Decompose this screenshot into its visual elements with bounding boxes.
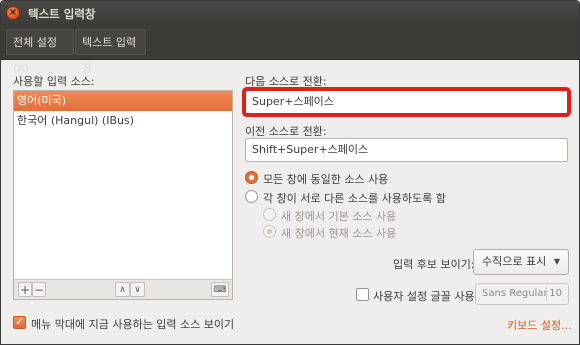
window-title: 텍스트 입력창 [28, 7, 96, 21]
radio-same-source-label: 모든 창에 동일한 소스 사용 [263, 173, 389, 186]
move-up-button[interactable]: ∧ [115, 282, 130, 297]
prev-source-label: 이전 소스로 전환: [245, 125, 327, 138]
tab-bar: 전체 설정(A) 텍스트 입력창 [1, 25, 579, 75]
show-menu-checkbox-label: 메뉴 막대에 지금 사용하는 입력 소스 보이기 [31, 318, 235, 331]
add-source-button[interactable]: + [18, 282, 32, 297]
list-item-english-us[interactable]: 영어(미국) [14, 91, 232, 111]
radio-new-window-default-source[interactable] [263, 208, 276, 221]
tab-text-input[interactable]: 텍스트 입력창 [75, 29, 146, 75]
font-name: Sans Regular [482, 288, 548, 299]
font-button-divider [546, 287, 547, 301]
candidate-display-label: 입력 후보 보이기: [393, 258, 475, 271]
radio-same-source-all-windows[interactable] [245, 171, 258, 184]
close-icon[interactable]: × [6, 6, 20, 20]
tab-general-settings[interactable]: 전체 설정(A) [6, 29, 74, 75]
keyboard-settings-link[interactable]: 키보드 설정... [507, 317, 572, 333]
custom-font-checkbox[interactable] [356, 288, 369, 301]
remove-source-button[interactable]: − [32, 282, 46, 297]
font-chooser-button[interactable]: Sans Regular 10 [475, 283, 569, 305]
radio-new-window-current-source[interactable] [263, 225, 276, 238]
list-item-korean-hangul[interactable]: 한국어 (Hangul) (IBus) [14, 111, 232, 131]
text-input-window: × 텍스트 입력창 전체 설정(A) 텍스트 입력창 사용할 입력 소스: 영어… [0, 0, 580, 345]
font-size: 10 [549, 288, 562, 299]
radio-default-source-label: 새 창에서 기본 소스 사용 [281, 210, 397, 223]
candidate-orientation-dropdown[interactable]: 수직으로 표시 ▼ [473, 249, 569, 275]
candidate-orientation-value: 수직으로 표시 [482, 255, 547, 268]
next-source-label: 다음 소스로 전환: [245, 75, 327, 88]
custom-font-label: 사용자 설정 글꼴 사용: [373, 290, 479, 303]
show-menu-checkbox[interactable]: ✓ [13, 316, 26, 329]
radio-different-source-per-window[interactable] [245, 190, 258, 203]
source-list-toolbar: + − ∧ ∨ ⌨ [13, 279, 233, 300]
next-source-shortcut-field[interactable]: Super+스페이스 [245, 90, 568, 114]
title-bar: × 텍스트 입력창 [1, 1, 579, 25]
radio-different-source-label: 각 창이 서로 다른 소스를 사용하도록 함 [263, 192, 446, 205]
chevron-down-icon: ▼ [553, 257, 560, 266]
move-down-button[interactable]: ∨ [130, 282, 145, 297]
radio-current-source-label: 새 창에서 현재 소스 사용 [281, 227, 397, 240]
keyboard-layout-icon[interactable]: ⌨ [211, 282, 229, 297]
prev-source-shortcut-field[interactable]: Shift+Super+스페이스 [245, 138, 568, 162]
input-source-list: 영어(미국) 한국어 (Hangul) (IBus) [13, 90, 233, 300]
input-sources-label: 사용할 입력 소스: [13, 75, 95, 88]
